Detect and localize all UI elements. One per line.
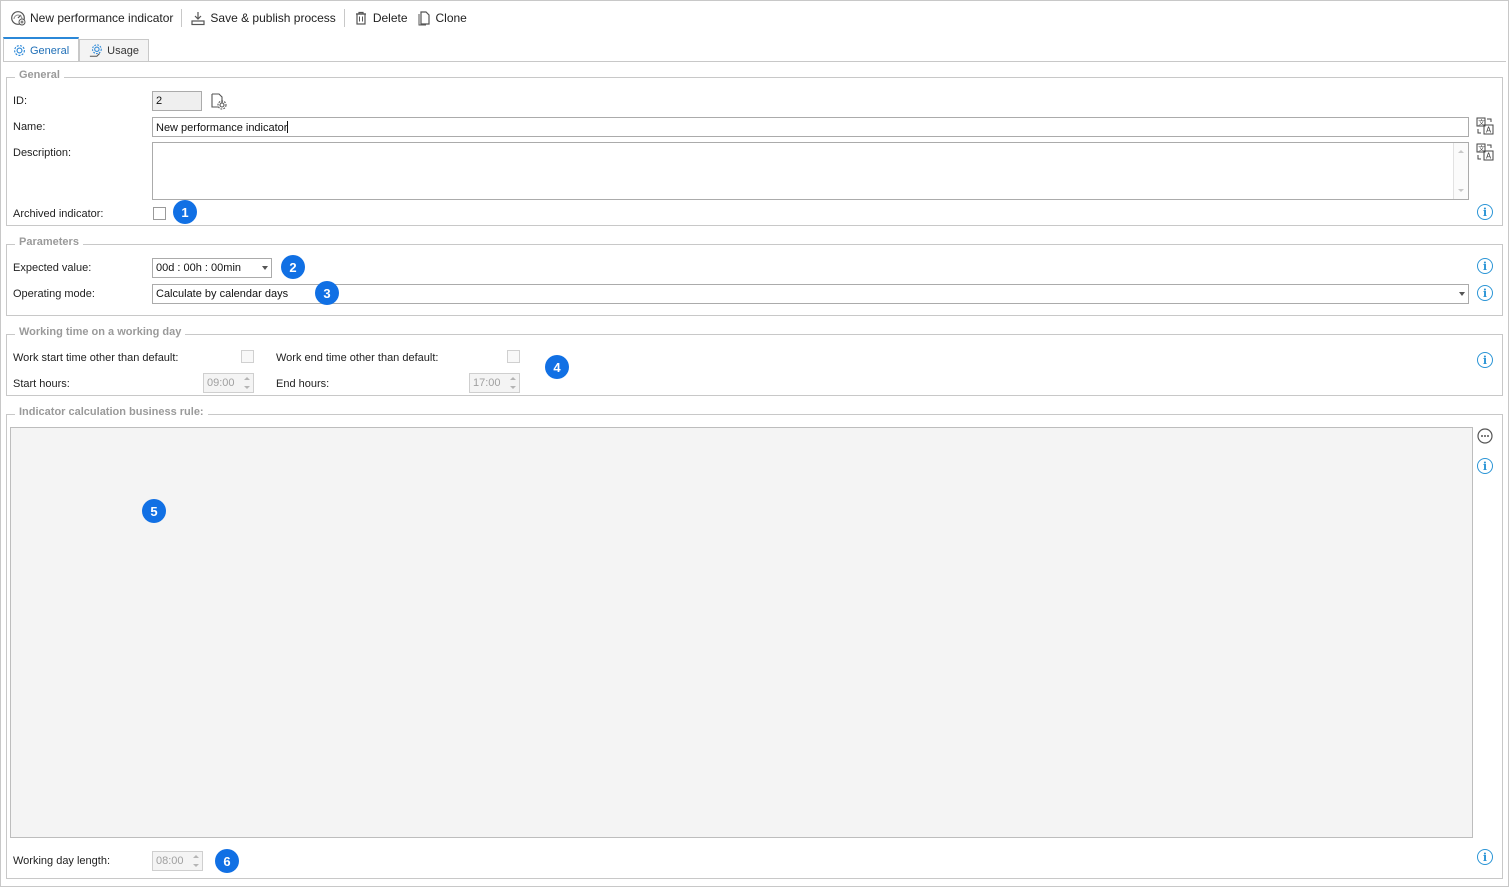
svg-text:A: A [1486, 126, 1492, 135]
scroll-down-arrow-icon[interactable] [1458, 189, 1464, 192]
ellipsis-circle-icon[interactable] [1476, 427, 1494, 445]
expected-value-dropdown[interactable]: 00d : 00h : 00min [152, 258, 272, 278]
save-publish-button[interactable]: Save & publish process [186, 7, 339, 29]
work-start-other-label: Work start time other than default: [13, 352, 179, 364]
info-icon[interactable]: i [1477, 204, 1493, 220]
name-label: Name: [13, 121, 46, 133]
working-day-length-label: Working day length: [13, 855, 111, 867]
gear-icon [13, 44, 26, 57]
info-icon[interactable]: i [1477, 258, 1493, 274]
info-icon[interactable]: i [1477, 458, 1493, 474]
callout-badge-3: 3 [315, 281, 339, 305]
expected-value-label: Expected value: [13, 262, 92, 274]
working-day-length-spinner[interactable]: 08:00 [152, 851, 203, 871]
operating-mode-label: Operating mode: [13, 288, 95, 300]
new-indicator-label: New performance indicator [30, 11, 174, 25]
working-day-length-value: 08:00 [156, 855, 184, 867]
end-hours-value: 17:00 [473, 377, 501, 389]
toolbar-separator [181, 9, 183, 27]
save-publish-icon [190, 10, 206, 26]
chevron-down-icon [1459, 292, 1465, 296]
end-hours-label: End hours: [276, 378, 330, 390]
business-rule-editor[interactable] [10, 427, 1473, 838]
id-label: ID: [13, 95, 28, 107]
spinner-arrows-icon[interactable] [192, 854, 200, 868]
gears-usage-icon [89, 43, 103, 58]
tab-general[interactable]: General [3, 37, 80, 62]
tab-general-label: General [30, 44, 70, 57]
info-icon[interactable]: i [1477, 849, 1493, 865]
text-cursor [287, 121, 289, 133]
start-hours-spinner[interactable]: 09:00 [203, 373, 254, 393]
toolbar: New performance indicator Save & publish… [6, 6, 471, 30]
work-end-other-label: Work end time other than default: [276, 352, 439, 364]
translate-icon[interactable]: 文A [1476, 117, 1494, 135]
clone-label: Clone [435, 11, 467, 25]
spinner-arrows-icon[interactable] [509, 376, 517, 390]
document-gear-icon[interactable] [209, 92, 227, 110]
callout-badge-4: 4 [545, 355, 569, 379]
callout-badge-2: 2 [281, 255, 305, 279]
callout-badge-5: 5 [142, 499, 166, 523]
new-indicator-button[interactable]: New performance indicator [6, 7, 177, 29]
operating-mode-dropdown[interactable]: Calculate by calendar days [152, 284, 1469, 304]
name-value: New performance indicator [156, 122, 288, 134]
operating-mode-text: Calculate by calendar days [156, 288, 289, 300]
work-end-other-checkbox[interactable] [507, 350, 520, 363]
start-hours-value: 09:00 [207, 377, 235, 389]
start-hours-label: Start hours: [13, 378, 70, 390]
toolbar-separator [343, 9, 345, 27]
archived-checkbox[interactable] [153, 207, 166, 220]
parameters-legend: Parameters [15, 236, 83, 248]
spinner-arrows-icon[interactable] [243, 376, 251, 390]
tab-underline [3, 61, 1506, 62]
end-hours-spinner[interactable]: 17:00 [469, 373, 520, 393]
parameters-group: Parameters [6, 236, 1503, 316]
trash-icon [353, 10, 369, 26]
translate-icon[interactable]: 文A [1476, 143, 1494, 161]
delete-button[interactable]: Delete [349, 7, 412, 29]
tab-usage[interactable]: Usage [79, 39, 149, 61]
general-legend: General [15, 69, 64, 81]
archived-label: Archived indicator: [13, 208, 104, 220]
business-rule-legend: Indicator calculation business rule: [15, 406, 208, 418]
gauge-plus-icon [10, 10, 26, 26]
delete-label: Delete [372, 11, 408, 25]
description-label: Description: [13, 147, 72, 159]
expected-value-text: 00d : 00h : 00min [156, 262, 242, 274]
clone-button[interactable]: Clone [412, 7, 471, 29]
work-start-other-checkbox[interactable] [241, 350, 254, 363]
chevron-down-icon [262, 266, 268, 270]
svg-text:A: A [1486, 152, 1492, 161]
callout-badge-6: 6 [215, 849, 239, 873]
working-time-legend: Working time on a working day [15, 326, 186, 338]
save-publish-label: Save & publish process [210, 11, 336, 25]
id-field[interactable]: 2 [152, 91, 202, 111]
scroll-up-arrow-icon[interactable] [1458, 150, 1464, 153]
info-icon[interactable]: i [1477, 285, 1493, 301]
name-field[interactable]: New performance indicator [152, 117, 1469, 137]
copy-icon [416, 10, 432, 26]
description-field[interactable] [152, 142, 1469, 200]
description-scrollbar[interactable] [1453, 143, 1468, 199]
tab-bar: General Usage [3, 37, 149, 62]
tab-usage-label: Usage [107, 44, 139, 57]
info-icon[interactable]: i [1477, 352, 1493, 368]
callout-badge-1: 1 [173, 200, 197, 224]
